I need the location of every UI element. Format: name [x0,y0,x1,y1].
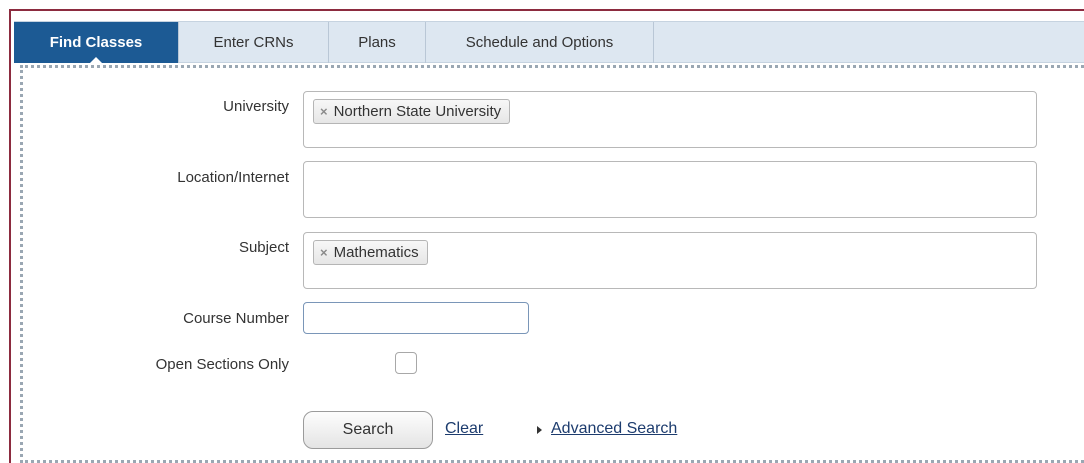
tab-plans[interactable]: Plans [329,22,426,63]
remove-icon[interactable]: × [320,241,328,264]
triangle-right-icon [537,426,542,434]
search-button[interactable]: Search [303,411,433,449]
university-field[interactable]: × Northern State University [303,91,1037,148]
clear-link[interactable]: Clear [445,420,483,438]
tab-find-classes[interactable]: Find Classes [14,22,179,64]
tab-bar: Find Classes Enter CRNs Plans Schedule a… [14,21,1084,64]
subject-label: Subject [238,239,289,256]
remove-icon[interactable]: × [320,100,328,123]
tab-schedule-and-options[interactable]: Schedule and Options [426,22,654,63]
university-chip-label: Northern State University [333,103,502,120]
university-label: University [223,98,289,115]
course-number-label: Course Number [183,310,289,327]
course-number-input[interactable] [303,302,529,334]
location-field[interactable] [303,161,1037,218]
open-sections-checkbox[interactable] [395,352,417,374]
subject-chip-label: Mathematics [333,244,419,261]
advanced-search-link[interactable]: Advanced Search [551,420,677,438]
tab-enter-crns[interactable]: Enter CRNs [179,22,329,63]
subject-chip: × Mathematics [313,240,428,265]
university-chip: × Northern State University [313,99,511,124]
open-sections-label: Open Sections Only [155,356,289,373]
location-label: Location/Internet [177,169,289,186]
subject-field[interactable]: × Mathematics [303,232,1037,289]
